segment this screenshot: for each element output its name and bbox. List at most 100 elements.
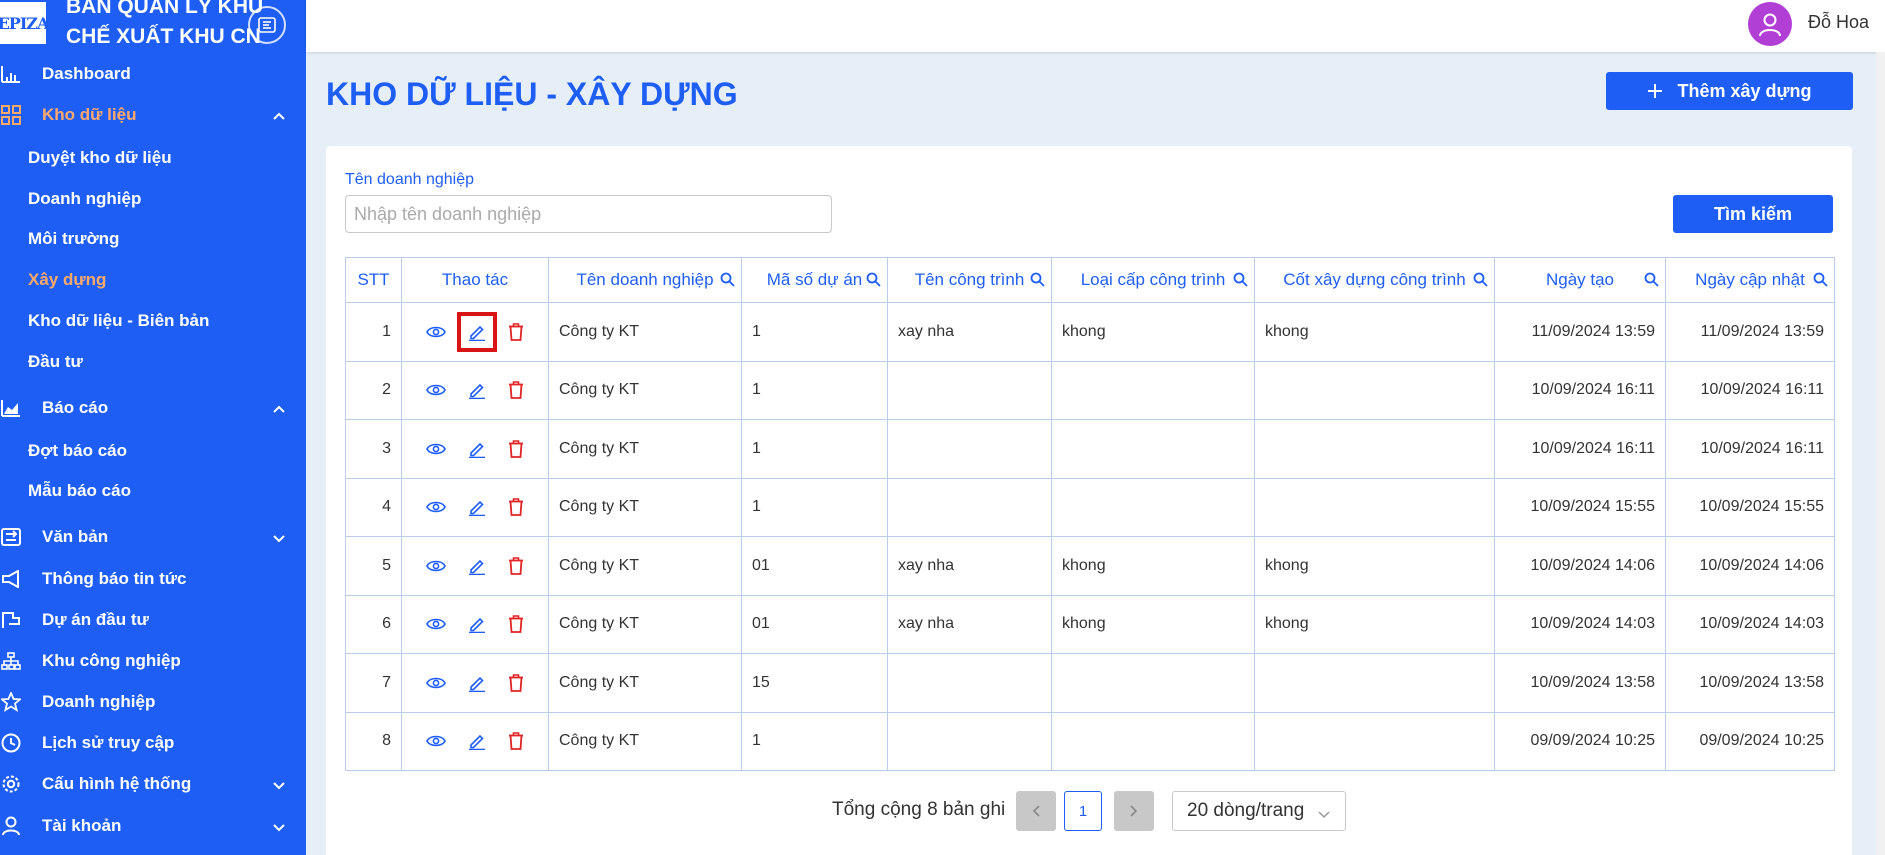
view-icon[interactable] [426, 500, 446, 514]
company-search-input[interactable] [345, 195, 832, 233]
column-header-label: Ngày tạo [1545, 270, 1615, 289]
actions-cell [401, 360, 549, 420]
view-icon[interactable] [426, 383, 446, 397]
user-name[interactable]: Đỗ Hoa [1808, 12, 1869, 33]
sidebar-item-tai-khoan[interactable]: Tài khoản [0, 807, 306, 845]
edit-icon[interactable] [468, 498, 486, 517]
sidebar-item-bao-cao[interactable]: Báo cáo [0, 389, 306, 427]
level-cell [1254, 653, 1495, 713]
column-header-label: Tên công trình [914, 270, 1025, 289]
delete-icon[interactable] [508, 498, 524, 517]
sidebar-item-label: Khu công nghiệp [42, 651, 181, 670]
view-icon[interactable] [426, 559, 446, 573]
company-filter-label: Tên doanh nghiệp [345, 171, 474, 188]
search-icon[interactable] [1473, 272, 1488, 292]
stt-cell: 1 [345, 302, 402, 362]
edit-icon[interactable] [468, 557, 486, 575]
sidebar-item-lich-su-truy-cap[interactable]: Lịch sử truy cập [0, 724, 306, 762]
sidebar-item-duyet-kho-du-lieu[interactable]: Duyệt kho dữ liệu [0, 139, 306, 177]
updated-date-cell: 10/09/2024 16:11 [1665, 360, 1835, 420]
grade-cell [1051, 419, 1255, 479]
chevron-left-icon [1032, 805, 1040, 817]
sidebar-item-xay-dung[interactable]: Xây dựng [0, 261, 306, 299]
search-button[interactable]: Tìm kiếm [1673, 195, 1833, 233]
stt-cell: 3 [345, 419, 402, 479]
work-name-cell [887, 653, 1052, 713]
created-date-cell: 10/09/2024 15:55 [1494, 477, 1666, 537]
column-header-label: STT [357, 270, 390, 289]
search-icon[interactable] [1233, 272, 1248, 292]
sidebar-item-dau-tu[interactable]: Đầu tư [0, 343, 306, 381]
search-icon[interactable] [1030, 272, 1045, 292]
edit-icon[interactable] [457, 311, 497, 352]
delete-icon[interactable] [508, 732, 524, 751]
grade-cell: khong [1051, 536, 1255, 596]
updated-date-cell: 09/09/2024 10:25 [1665, 711, 1835, 771]
sidebar-item-kho-du-lieu-bien-ban[interactable]: Kho dữ liệu - Biên bản [0, 302, 306, 340]
edit-icon[interactable] [468, 381, 486, 400]
total-records: Tổng cộng 8 bản ghi [832, 799, 1006, 820]
delete-icon[interactable] [508, 381, 524, 400]
work-name-cell [887, 360, 1052, 420]
search-icon[interactable] [720, 272, 735, 292]
sidebar-item-dashboard[interactable]: Dashboard [0, 55, 306, 93]
table-row: 4 Công ty KT 1 10/09/2024 15:55 10/09/2024 1… [345, 477, 1835, 537]
delete-icon[interactable] [508, 322, 524, 341]
search-icon[interactable] [1644, 272, 1659, 292]
search-icon[interactable] [866, 272, 881, 292]
avatar[interactable] [1748, 2, 1792, 46]
page-title: KHO DỮ LIỆU - XÂY DỰNG [326, 76, 738, 112]
search-icon[interactable] [1813, 272, 1828, 292]
next-page-button[interactable] [1114, 791, 1154, 831]
sidebar-item-label: Xây dựng [28, 270, 107, 289]
company-cell: Công ty KT [548, 711, 742, 771]
delete-icon[interactable] [508, 673, 524, 692]
sidebar-item-khu-cong-nghiep[interactable]: Khu công nghiệp [0, 642, 306, 680]
sidebar-item-cau-hinh-he-thong[interactable]: Cấu hình hệ thống [0, 765, 306, 803]
edit-icon[interactable] [468, 615, 486, 634]
edit-icon[interactable] [468, 440, 486, 458]
sidebar: EPIZA BAN QUẢN LÝ KHU CHẾ XUẤT KHU CN Da… [0, 0, 306, 855]
view-icon[interactable] [426, 676, 446, 690]
sidebar-item-dot-bao-cao[interactable]: Đợt báo cáo [0, 432, 306, 470]
scrollbar[interactable] [1876, 52, 1885, 855]
prev-page-button[interactable] [1016, 791, 1056, 831]
view-icon[interactable] [426, 325, 446, 339]
add-construction-button[interactable]: Thêm xây dựng [1606, 72, 1853, 110]
sidebar-item-doanh-nghiep-sub[interactable]: Doanh nghiệp [0, 180, 306, 218]
project-code-cell: 1 [741, 302, 888, 362]
sidebar-item-label: Kho dữ liệu [42, 105, 137, 124]
page-size-select[interactable]: 20 dòng/trang [1172, 791, 1346, 831]
table-row: 8 Công ty KT 1 09/09/2024 10:25 09/09/2024 1… [345, 711, 1835, 771]
sidebar-item-doanh-nghiep[interactable]: Doanh nghiệp [0, 683, 306, 721]
view-icon[interactable] [426, 442, 446, 456]
actions-cell [401, 477, 549, 537]
work-name-cell: xay nha [887, 594, 1052, 654]
star-icon [0, 691, 22, 713]
updated-date-cell: 10/09/2024 14:03 [1665, 594, 1835, 654]
sidebar-item-label: Lịch sử truy cập [42, 733, 175, 752]
created-date-cell: 10/09/2024 16:11 [1494, 419, 1666, 479]
created-date-cell: 09/09/2024 10:25 [1494, 711, 1666, 771]
delete-icon[interactable] [508, 556, 524, 575]
sidebar-item-label: Kho dữ liệu - Biên bản [28, 311, 210, 330]
column-header-label: Ngày cập nhật [1695, 270, 1805, 289]
sidebar-item-mau-bao-cao[interactable]: Mẫu báo cáo [0, 472, 306, 510]
work-name-cell [887, 419, 1052, 479]
page-number-button[interactable]: 1 [1064, 791, 1102, 831]
sidebar-item-du-an-dau-tu[interactable]: Dự án đầu tư [0, 601, 306, 639]
view-icon[interactable] [426, 734, 446, 748]
edit-icon[interactable] [468, 732, 486, 751]
sidebar-item-moi-truong[interactable]: Môi trường [0, 220, 306, 258]
sidebar-item-van-ban[interactable]: Văn bản [0, 518, 306, 556]
delete-icon[interactable] [508, 615, 524, 634]
sidebar-item-thong-bao-tin-tuc[interactable]: Thông báo tin tức [0, 560, 306, 598]
menu-toggle-button[interactable] [248, 6, 286, 44]
view-icon[interactable] [426, 617, 446, 631]
sidebar-item-kho-du-lieu[interactable]: Kho dữ liệu [0, 96, 306, 134]
grade-cell [1051, 653, 1255, 713]
edit-icon[interactable] [468, 674, 486, 692]
table-row: 6 Công ty KT 01 xay nha khong khong 10/09/2024… [345, 594, 1835, 654]
delete-icon[interactable] [508, 439, 524, 458]
column-header-actions: Thao tác [401, 257, 549, 303]
